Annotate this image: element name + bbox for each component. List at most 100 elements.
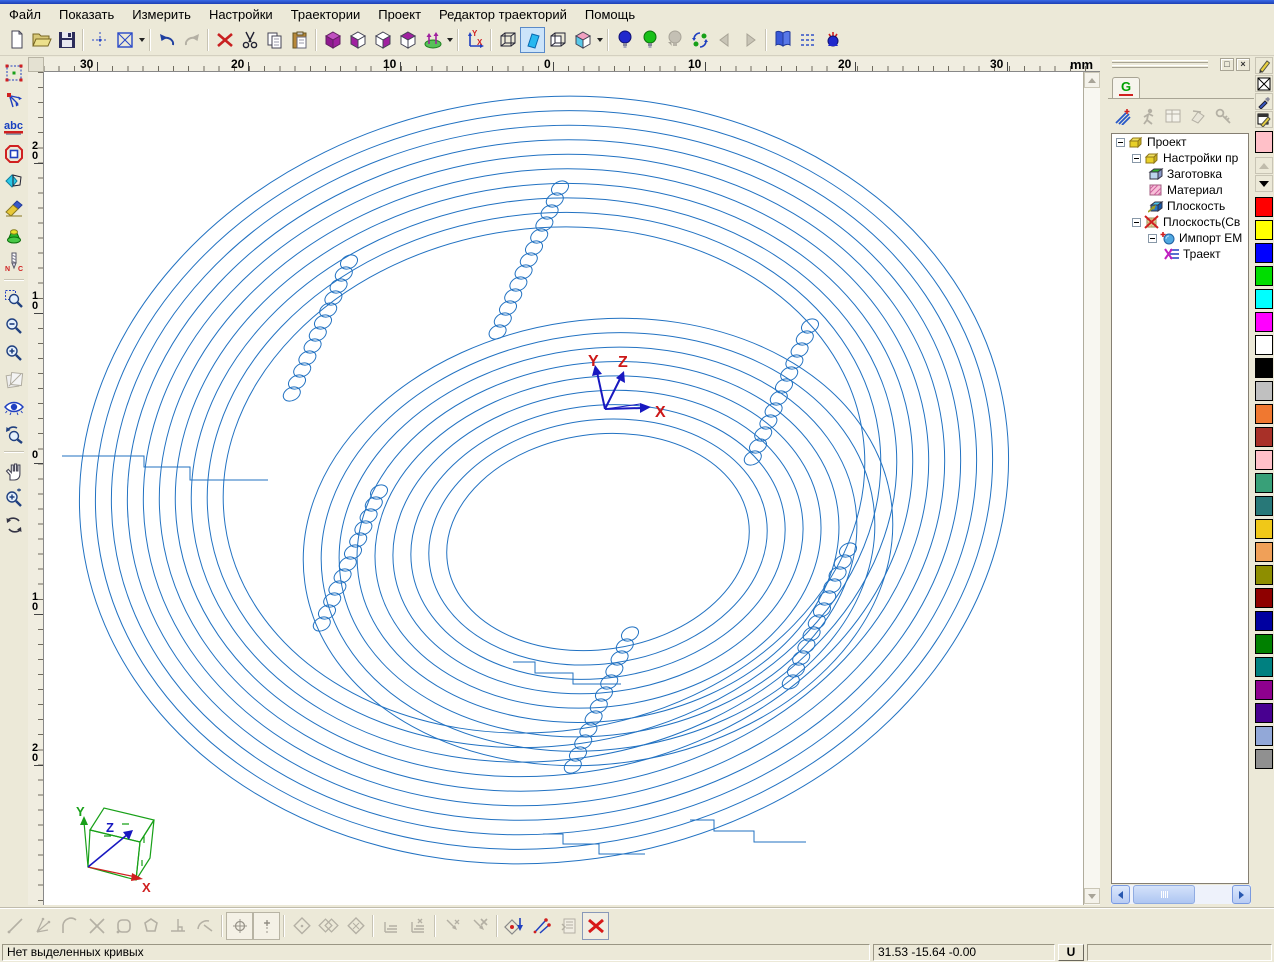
color-swatch[interactable]	[1255, 404, 1273, 424]
color-swatch[interactable]	[1255, 427, 1273, 447]
collapse-icon[interactable]	[1132, 217, 1141, 227]
collapse-icon[interactable]	[1132, 153, 1141, 163]
dropper-tool-button[interactable]	[1255, 93, 1273, 110]
wire-face-top-button[interactable]	[395, 27, 420, 53]
menu-view[interactable]: Показать	[50, 5, 123, 24]
pan-hand-button[interactable]	[1, 457, 27, 484]
color-swatch[interactable]	[1255, 289, 1273, 309]
cut-button[interactable]	[237, 27, 262, 53]
diamond-tool[interactable]	[288, 912, 315, 940]
color-swatch[interactable]	[1255, 450, 1273, 470]
view-next-button[interactable]	[737, 27, 762, 53]
reverse-normals-button[interactable]	[420, 27, 445, 53]
edit-colors-button[interactable]	[1255, 111, 1273, 128]
current-color-swatch[interactable]	[1255, 131, 1273, 153]
color-swatch[interactable]	[1255, 588, 1273, 608]
panel-close-button[interactable]: ×	[1236, 58, 1250, 71]
zoom-out-button[interactable]	[1, 312, 27, 339]
menu-toolpaths[interactable]: Траектории	[282, 5, 370, 24]
axes-xy-button[interactable]: YX	[462, 27, 487, 53]
light-off-button[interactable]	[662, 27, 687, 53]
delete-selected-tool[interactable]	[582, 911, 609, 940]
zoom-in-button[interactable]	[1, 339, 27, 366]
diamond-x-tool[interactable]	[342, 912, 369, 940]
eraser-button[interactable]	[1, 194, 27, 221]
palette-scroll-up[interactable]	[1255, 157, 1273, 174]
flip-button[interactable]	[1185, 103, 1210, 129]
rotate-view-button[interactable]	[1, 511, 27, 538]
move-origin-button[interactable]	[87, 27, 112, 53]
copy-button[interactable]	[262, 27, 287, 53]
menu-settings[interactable]: Настройки	[200, 5, 282, 24]
tree-item-material[interactable]: Материал	[1112, 182, 1248, 198]
project-pages-button[interactable]	[770, 27, 795, 53]
zoom-window-button[interactable]	[1, 285, 27, 312]
color-swatch[interactable]	[1255, 197, 1273, 217]
tree-item-project[interactable]: Проект	[1112, 134, 1248, 150]
open-file-button[interactable]	[29, 27, 54, 53]
palette-scroll-down[interactable]	[1255, 175, 1273, 192]
table-button[interactable]	[1160, 103, 1185, 129]
shaded-mode-button[interactable]	[520, 26, 545, 53]
sheets-disabled-button[interactable]	[1, 366, 27, 393]
intersect-tool[interactable]	[83, 912, 110, 940]
paste-button[interactable]	[287, 27, 312, 53]
tree-item-import[interactable]: Импорт EM	[1112, 230, 1248, 246]
color-swatch[interactable]	[1255, 680, 1273, 700]
line-tool[interactable]	[2, 912, 29, 940]
tree-item-plane-crossed[interactable]: Плоскость(Св	[1112, 214, 1248, 230]
selection-dropdown[interactable]	[137, 27, 146, 53]
point-marker-tool[interactable]	[253, 911, 280, 940]
panel-grip[interactable]	[1112, 65, 1208, 68]
drawing-viewport[interactable]: Y Z X Y Z X	[44, 72, 1083, 905]
rounded-rect-tool[interactable]	[110, 912, 137, 940]
zoom-previous-button[interactable]	[1, 420, 27, 447]
edit-nodes-button[interactable]	[1, 86, 27, 113]
color-swatch[interactable]	[1255, 358, 1273, 378]
tangent-arc-tool[interactable]	[191, 912, 218, 940]
tree-horizontal-scrollbar[interactable]	[1111, 885, 1251, 904]
new-document-button[interactable]	[4, 27, 29, 53]
color-swatch[interactable]	[1255, 473, 1273, 493]
color-swatch[interactable]	[1255, 703, 1273, 723]
corner-arc-tool[interactable]	[56, 912, 83, 940]
color-swatch[interactable]	[1255, 542, 1273, 562]
canvas-vertical-scrollbar[interactable]	[1083, 72, 1100, 905]
menu-help[interactable]: Помощь	[576, 5, 644, 24]
nc-code-button[interactable]: NC	[1, 248, 27, 275]
colored-faces-button[interactable]	[570, 27, 595, 53]
check-geometry-tool[interactable]	[528, 912, 555, 940]
color-swatch[interactable]	[1255, 519, 1273, 539]
tab-geometry[interactable]: G	[1112, 77, 1140, 99]
scroll-up-button[interactable]	[1084, 72, 1100, 88]
faces-dropdown[interactable]	[595, 27, 604, 53]
view-prev-button[interactable]	[712, 27, 737, 53]
light-blue-button[interactable]	[612, 27, 637, 53]
delete-button[interactable]	[212, 27, 237, 53]
wire-face-front-button[interactable]	[345, 27, 370, 53]
arrow-x-big-tool[interactable]	[466, 912, 493, 940]
key-button[interactable]	[1210, 103, 1235, 129]
tree-item-stock[interactable]: Заготовка	[1112, 166, 1248, 182]
menu-file[interactable]: Файл	[0, 5, 50, 24]
panel-splitter[interactable]	[1100, 57, 1108, 910]
color-swatch[interactable]	[1255, 243, 1273, 263]
layers-corner-tool[interactable]	[404, 912, 431, 940]
color-swatch[interactable]	[1255, 749, 1273, 769]
color-swatch[interactable]	[1255, 220, 1273, 240]
units-button[interactable]: U	[1058, 943, 1084, 961]
view-all-eye-button[interactable]	[1, 393, 27, 420]
tree-item-toolpath[interactable]: Траект	[1112, 246, 1248, 262]
perpendicular-tool[interactable]	[164, 912, 191, 940]
wire-face-side-button[interactable]	[370, 27, 395, 53]
lines-from-point-tool[interactable]	[29, 912, 56, 940]
run-postprocessor-button[interactable]	[1135, 103, 1160, 129]
menu-tp-editor[interactable]: Редактор траекторий	[430, 5, 576, 24]
zoom-dynamic-button[interactable]	[1, 484, 27, 511]
panel-grip[interactable]	[1112, 60, 1208, 63]
color-swatch[interactable]	[1255, 266, 1273, 286]
list-disabled-tool[interactable]	[555, 912, 582, 940]
scroll-down-button[interactable]	[1084, 888, 1100, 904]
color-swatch[interactable]	[1255, 611, 1273, 631]
tree-item-plane[interactable]: Плоскость	[1112, 198, 1248, 214]
